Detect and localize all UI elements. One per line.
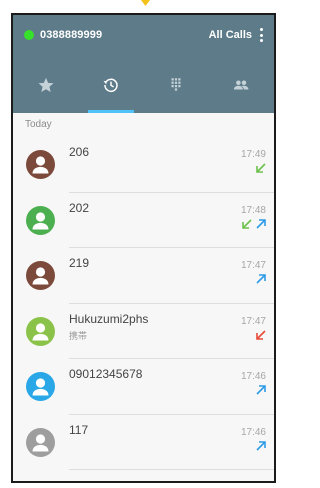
call-direction-icons bbox=[255, 440, 267, 452]
row-divider bbox=[69, 469, 274, 470]
star-icon bbox=[38, 77, 54, 93]
incoming-call-icon bbox=[256, 163, 266, 173]
outgoing-call-icon bbox=[256, 274, 266, 284]
person-icon bbox=[32, 322, 49, 340]
number-type-label: 携帯 bbox=[69, 330, 88, 341]
contact-avatar[interactable] bbox=[26, 261, 55, 290]
caller-name: Hukuzumi2phs bbox=[69, 311, 149, 326]
header-row: 0388889999 All Calls bbox=[13, 15, 274, 55]
call-log-row[interactable]: 202 17:48 bbox=[13, 193, 274, 248]
call-direction-icons bbox=[255, 162, 267, 174]
outgoing-call-icon bbox=[256, 440, 266, 451]
outgoing-call-icon bbox=[256, 385, 266, 395]
person-icon bbox=[32, 267, 49, 285]
call-log-row[interactable]: 09012345678 17:46 bbox=[13, 359, 274, 415]
tab-bar bbox=[13, 57, 274, 113]
incoming-call-icon bbox=[242, 218, 252, 229]
contact-avatar[interactable] bbox=[26, 316, 55, 346]
contacts-icon bbox=[234, 80, 249, 90]
missed-call-icon bbox=[256, 329, 266, 340]
section-header-today: Today bbox=[25, 119, 52, 130]
outgoing-call-icon bbox=[256, 218, 266, 229]
contact-avatar[interactable] bbox=[26, 372, 55, 401]
tab-favorites[interactable] bbox=[13, 57, 78, 113]
caller-name: 09012345678 bbox=[69, 367, 143, 381]
call-direction-icons bbox=[241, 218, 267, 230]
call-time: 17:47 bbox=[240, 260, 266, 271]
caller-name: 202 bbox=[69, 200, 90, 215]
person-icon bbox=[32, 211, 49, 229]
tab-dialpad[interactable] bbox=[144, 57, 209, 113]
contact-avatar[interactable] bbox=[26, 150, 55, 179]
person-icon bbox=[32, 433, 49, 451]
dialpad-icon bbox=[171, 78, 181, 91]
tab-recents[interactable] bbox=[78, 57, 143, 113]
call-log-list: 206 17:49 202 17:48 219 17:47 Hukuzumi2p… bbox=[13, 137, 274, 470]
call-direction-icons bbox=[255, 329, 267, 341]
sim-number: 0388889999 bbox=[40, 29, 103, 41]
person-icon bbox=[32, 156, 49, 174]
call-filter-dropdown[interactable]: All Calls bbox=[209, 29, 252, 41]
call-log-row[interactable]: 117 17:46 bbox=[13, 415, 274, 470]
top-indicator bbox=[141, 0, 150, 6]
top-bar: 0388889999 All Calls bbox=[13, 15, 274, 113]
phone-screen: 0388889999 All Calls Today 206 17:49 202… bbox=[11, 13, 276, 483]
contact-avatar[interactable] bbox=[26, 427, 55, 457]
call-direction-icons bbox=[255, 273, 267, 285]
call-time: 17:46 bbox=[240, 371, 266, 382]
call-log-row[interactable]: Hukuzumi2phs 携帯 17:47 bbox=[13, 304, 274, 359]
call-time: 17:47 bbox=[240, 315, 266, 327]
person-icon bbox=[32, 378, 49, 396]
call-time: 17:49 bbox=[240, 149, 266, 160]
tab-contacts[interactable] bbox=[209, 57, 274, 113]
caller-name: 219 bbox=[69, 256, 90, 270]
recents-clock-icon bbox=[103, 78, 118, 93]
call-time: 17:48 bbox=[240, 204, 266, 216]
call-log-row[interactable]: 219 17:47 bbox=[13, 248, 274, 304]
call-log-row[interactable]: 206 17:49 bbox=[13, 137, 274, 193]
call-direction-icons bbox=[255, 384, 267, 396]
call-time: 17:46 bbox=[240, 426, 266, 438]
contact-avatar[interactable] bbox=[26, 205, 55, 235]
sim-status-dot bbox=[24, 30, 34, 40]
caller-name: 117 bbox=[69, 422, 89, 437]
caller-name: 206 bbox=[69, 145, 90, 159]
overflow-menu-icon[interactable] bbox=[260, 28, 264, 42]
